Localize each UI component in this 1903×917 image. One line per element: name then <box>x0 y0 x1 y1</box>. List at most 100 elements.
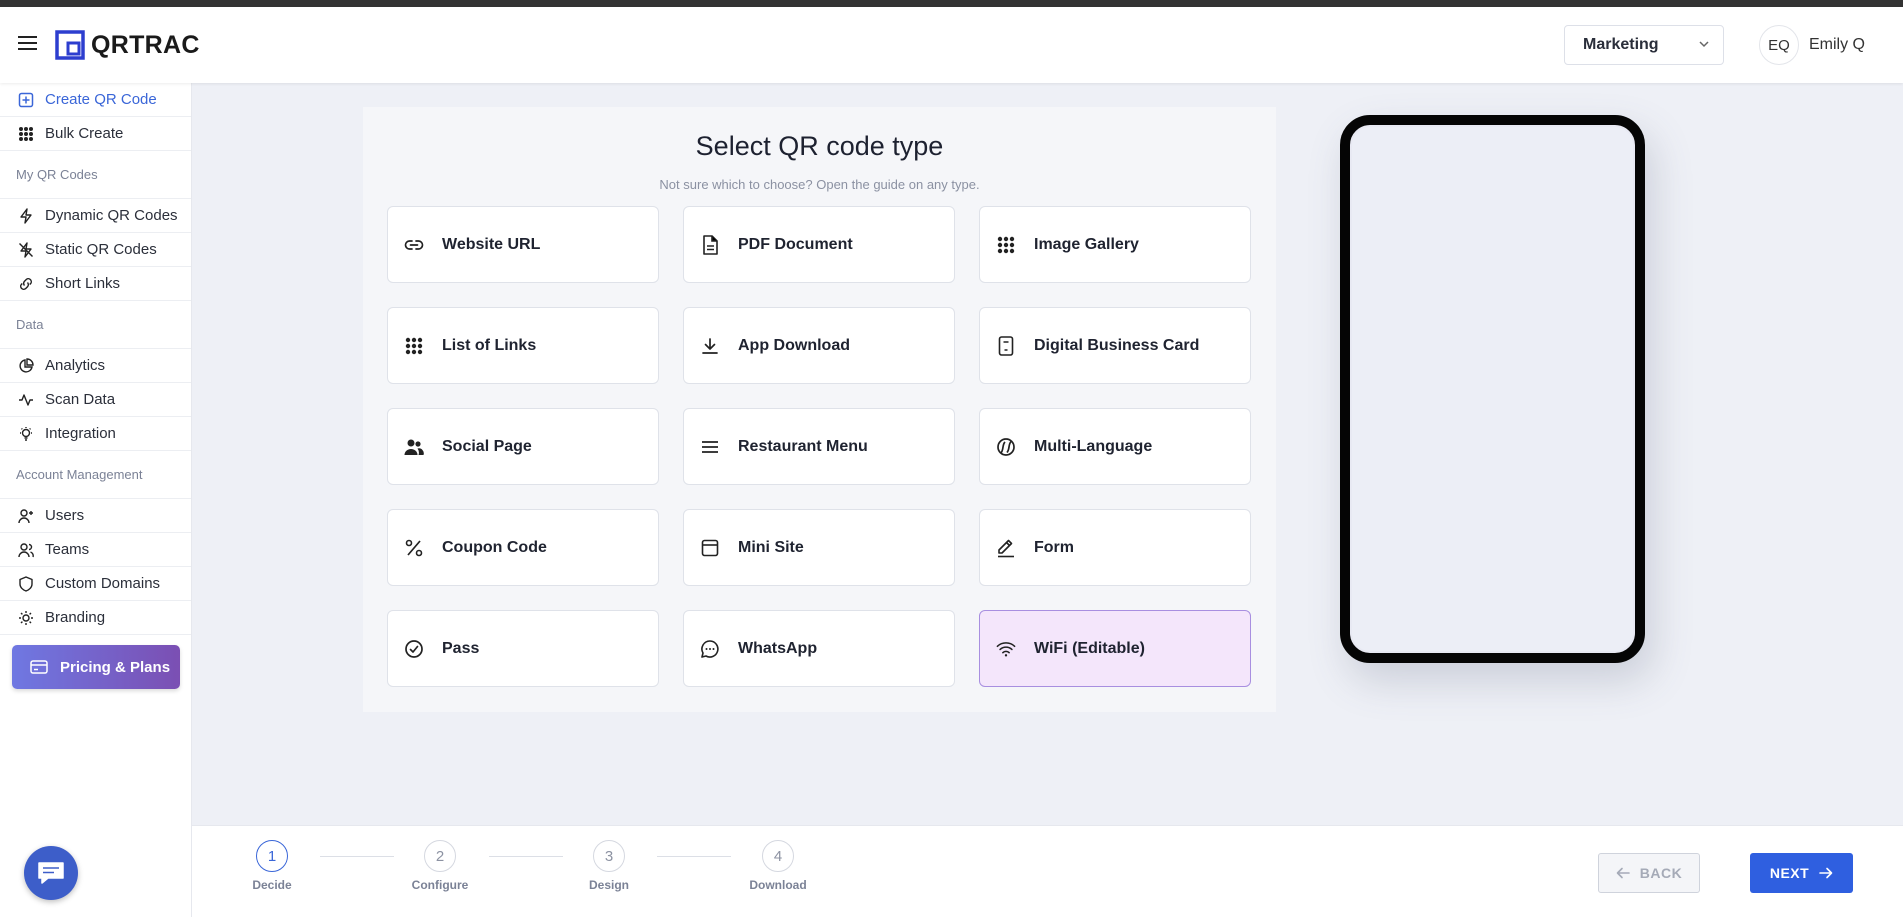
sidebar-item-integration[interactable]: Integration <box>0 417 191 451</box>
qr-type-label: Multi-Language <box>1034 437 1153 455</box>
top-header: QRTRAC Marketing EQ Emily Q <box>0 7 1903 83</box>
download-icon <box>700 336 720 356</box>
sidebar-item-label: Dynamic QR Codes <box>45 207 178 224</box>
team-select[interactable]: Marketing <box>1564 25 1724 65</box>
globe-icon <box>996 437 1016 457</box>
pencil-icon <box>996 538 1016 558</box>
back-button[interactable]: BACK <box>1598 853 1700 893</box>
sidebar-item-label: Users <box>45 507 85 524</box>
people-icon <box>404 437 424 457</box>
qr-type-card-app-download[interactable]: App Download <box>683 307 955 384</box>
qr-type-card-form[interactable]: Form <box>979 509 1251 586</box>
qr-type-card-website-url[interactable]: Website URL <box>387 206 659 283</box>
pricing-plans-button[interactable]: Pricing & Plans <box>12 645 180 689</box>
sidebar-item-label: Create QR Code <box>45 91 157 108</box>
qr-type-label: PDF Document <box>738 235 853 253</box>
plus-square-icon <box>17 91 35 109</box>
sidebar-item-bulk-create[interactable]: Bulk Create <box>0 117 191 151</box>
menu-lines-icon <box>700 437 720 457</box>
qr-type-card-image-gallery[interactable]: Image Gallery <box>979 206 1251 283</box>
hamburger-menu-icon[interactable] <box>18 36 37 50</box>
pie-chart-icon <box>17 357 35 375</box>
lightning-icon <box>17 207 35 225</box>
sidebar-item-branding[interactable]: Branding <box>0 601 191 635</box>
back-label: BACK <box>1639 865 1683 881</box>
sidebar-item-scan-data[interactable]: Scan Data <box>0 383 191 417</box>
page-subtitle: Not sure which to choose? Open the guide… <box>659 177 980 192</box>
qr-type-card-coupon-code[interactable]: Coupon Code <box>387 509 659 586</box>
sidebar-item-label: Static QR Codes <box>45 241 157 258</box>
qr-type-card-list-of-links[interactable]: List of Links <box>387 307 659 384</box>
step-label: Configure <box>411 878 469 892</box>
qr-type-card-restaurant-menu[interactable]: Restaurant Menu <box>683 408 955 485</box>
link-icon <box>17 275 35 293</box>
sidebar-item-create-qr-code[interactable]: Create QR Code <box>0 83 191 117</box>
sidebar-section-data: Data <box>0 301 191 349</box>
qr-type-label: WiFi (Editable) <box>1034 639 1145 657</box>
arrow-right-icon <box>1819 867 1833 879</box>
sidebar-item-analytics[interactable]: Analytics <box>0 349 191 383</box>
sidebar-section-my-qr-codes: My QR Codes <box>0 151 191 199</box>
qr-type-label: Website URL <box>442 235 541 253</box>
sidebar-item-label: Integration <box>45 425 116 442</box>
step-connector <box>489 856 563 857</box>
logo-text: QRTRAC <box>91 30 200 59</box>
users-icon <box>17 541 35 559</box>
qr-type-label: App Download <box>738 336 850 354</box>
step-label: Design <box>588 878 629 892</box>
next-button[interactable]: NEXT <box>1750 853 1853 893</box>
user-plus-icon <box>17 507 35 525</box>
qr-type-card-multi-language[interactable]: Multi-Language <box>979 408 1251 485</box>
qr-type-label: WhatsApp <box>738 639 818 657</box>
qr-type-card-mini-site[interactable]: Mini Site <box>683 509 955 586</box>
chat-support-button[interactable] <box>24 846 78 900</box>
sidebar-item-dynamic-qr-codes[interactable]: Dynamic QR Codes <box>0 199 191 233</box>
phone-preview-screen <box>1352 127 1633 651</box>
qr-type-card-social-page[interactable]: Social Page <box>387 408 659 485</box>
sidebar-item-label: Bulk Create <box>45 125 124 142</box>
grid-dots-icon <box>17 125 35 143</box>
step-number: 3 <box>593 840 625 872</box>
next-label: NEXT <box>1769 865 1810 881</box>
link-icon <box>404 235 424 255</box>
sidebar-item-teams[interactable]: Teams <box>0 533 191 567</box>
arrow-left-icon <box>1616 867 1630 879</box>
step-number: 1 <box>256 840 288 872</box>
qr-type-panel: Select QR code type Not sure which to ch… <box>363 107 1276 712</box>
step-download[interactable]: 4 Download <box>738 840 818 892</box>
percent-icon <box>404 538 424 558</box>
step-connector <box>320 856 394 857</box>
step-decide[interactable]: 1 Decide <box>232 840 312 892</box>
step-number: 4 <box>762 840 794 872</box>
qr-type-card-digital-business-card[interactable]: Digital Business Card <box>979 307 1251 384</box>
file-icon <box>700 234 720 255</box>
logo[interactable]: QRTRAC <box>55 30 200 60</box>
qr-type-label: Image Gallery <box>1034 235 1139 253</box>
sidebar-item-label: Custom Domains <box>45 575 161 592</box>
sidebar-item-custom-domains[interactable]: Custom Domains <box>0 567 191 601</box>
qr-type-card-whatsapp[interactable]: WhatsApp <box>683 610 955 687</box>
sidebar-item-users[interactable]: Users <box>0 499 191 533</box>
qr-type-card-pdf-document[interactable]: PDF Document <box>683 206 955 283</box>
grid-dots-icon <box>404 336 424 356</box>
sidebar-item-label: Short Links <box>45 275 121 292</box>
sun-icon <box>17 609 35 627</box>
qr-type-card-pass[interactable]: Pass <box>387 610 659 687</box>
chat-icon <box>38 862 64 884</box>
chevron-down-icon <box>1699 41 1709 48</box>
shield-icon <box>17 575 35 593</box>
grid-dots-icon <box>996 235 1016 255</box>
logo-mark-icon <box>55 30 85 60</box>
step-design[interactable]: 3 Design <box>569 840 649 892</box>
wifi-icon <box>996 639 1016 659</box>
qr-type-label: Form <box>1034 538 1074 556</box>
contact-card-icon <box>996 335 1016 356</box>
step-label: Download <box>749 878 807 892</box>
top-strip <box>0 0 1903 7</box>
user-menu[interactable]: EQ Emily Q <box>1759 25 1865 65</box>
sidebar-item-short-links[interactable]: Short Links <box>0 267 191 301</box>
activity-icon <box>17 391 35 409</box>
sidebar-item-static-qr-codes[interactable]: Static QR Codes <box>0 233 191 267</box>
step-configure[interactable]: 2 Configure <box>400 840 480 892</box>
qr-type-card-wifi-editable[interactable]: WiFi (Editable) <box>979 610 1251 687</box>
